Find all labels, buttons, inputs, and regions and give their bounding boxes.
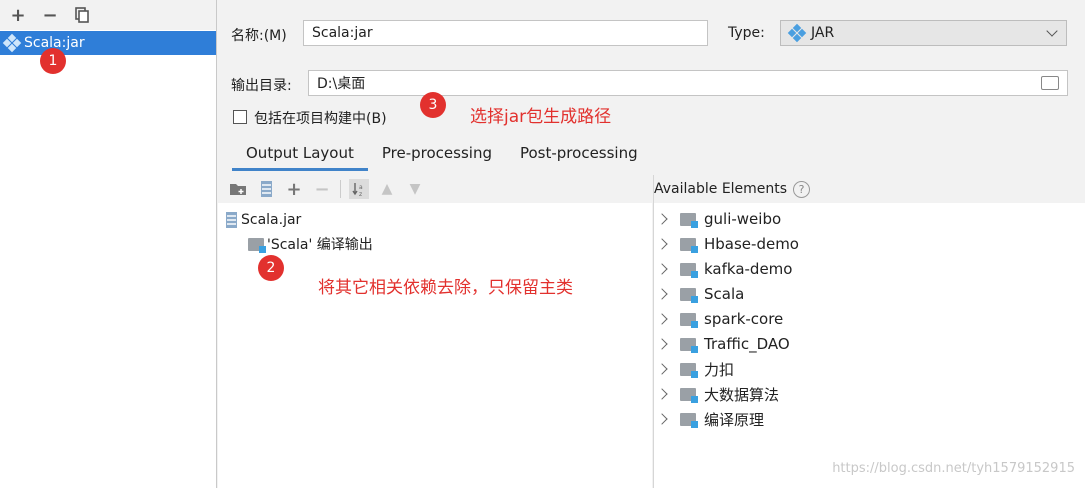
type-select[interactable]: JAR [780, 20, 1067, 46]
available-item[interactable]: kafka-demo [656, 258, 793, 280]
type-label: Type: [728, 25, 765, 41]
chevron-right-icon[interactable] [656, 288, 668, 300]
include-in-build-checkbox[interactable] [233, 110, 247, 124]
annotation-note-2: 将其它相关依赖去除，只保留主类 [318, 278, 573, 298]
archive-icon[interactable] [256, 179, 276, 199]
module-output-icon [248, 237, 266, 253]
available-item[interactable]: 大数据算法 [656, 383, 780, 405]
available-item[interactable]: Hbase-demo [656, 233, 799, 255]
available-item[interactable]: Scala [656, 283, 745, 305]
annotation-badge-2: 2 [258, 255, 284, 281]
remove-element-icon[interactable]: − [312, 179, 332, 200]
available-item-label: 大数据算法 [704, 385, 780, 404]
toolbar-separator [340, 180, 341, 198]
settings-tabs: Output Layout Pre-processing Post-proces… [232, 140, 652, 171]
layout-toolbar: + − az ▲ ▼ [218, 175, 652, 203]
available-item[interactable]: 编译原理 [656, 408, 765, 430]
artifacts-toolbar: + − [0, 0, 216, 30]
available-item[interactable]: spark-core [656, 308, 784, 330]
move-down-icon[interactable]: ▼ [405, 179, 425, 199]
output-dir-label: 输出目录: [231, 78, 292, 94]
chevron-right-icon[interactable] [656, 413, 668, 425]
folder-icon[interactable] [1041, 76, 1059, 90]
svg-text:a: a [359, 184, 363, 191]
module-icon [680, 362, 698, 378]
available-elements-title: Available Elements [654, 181, 788, 197]
module-icon [680, 412, 698, 428]
available-item-label: Hbase-demo [704, 235, 799, 253]
module-icon [680, 387, 698, 403]
name-value: Scala:jar [312, 25, 373, 41]
remove-icon[interactable]: − [39, 4, 61, 26]
available-elements-panel: Available Elements ? guli-weibo Hbase-de… [653, 175, 1085, 488]
module-icon [680, 212, 698, 228]
annotation-badge-1: 1 [40, 48, 66, 74]
tree-child-label: 'Scala' 编译输出 [267, 237, 373, 253]
available-item-label: Traffic_DAO [704, 335, 790, 353]
tree-root-jar[interactable]: Scala.jar [226, 209, 301, 231]
watermark: https://blog.csdn.net/tyh1579152915 [832, 461, 1075, 476]
chevron-right-icon[interactable] [656, 363, 668, 375]
module-icon [680, 237, 698, 253]
name-label: 名称:(M) [231, 28, 287, 44]
artifact-item-scala-jar[interactable]: Scala:jar [0, 31, 216, 55]
chevron-right-icon[interactable] [656, 388, 668, 400]
chevron-right-icon[interactable] [656, 263, 668, 275]
help-icon[interactable]: ? [793, 180, 811, 198]
new-directory-icon[interactable] [228, 179, 248, 199]
tab-output-layout[interactable]: Output Layout [232, 140, 368, 171]
available-item-label: Scala [704, 285, 745, 303]
copy-icon[interactable] [71, 4, 93, 26]
available-item[interactable]: Traffic_DAO [656, 333, 790, 355]
svg-text:z: z [359, 191, 362, 197]
available-elements-header: Available Elements ? [654, 175, 1085, 203]
module-icon [680, 262, 698, 278]
module-icon [680, 312, 698, 328]
move-up-icon[interactable]: ▲ [377, 179, 397, 199]
chevron-right-icon[interactable] [656, 238, 668, 250]
output-dir-value: D:\桌面 [317, 76, 366, 92]
annotation-badge-3: 3 [420, 92, 446, 118]
available-item[interactable]: guli-weibo [656, 208, 782, 230]
tree-root-label: Scala.jar [241, 212, 302, 228]
available-item-label: kafka-demo [704, 260, 793, 278]
jar-icon [226, 212, 237, 228]
module-icon [680, 337, 698, 353]
chevron-down-icon [1046, 25, 1058, 37]
tab-post-processing[interactable]: Post-processing [506, 140, 652, 171]
add-icon[interactable]: + [7, 4, 29, 26]
available-item-label: guli-weibo [704, 210, 782, 228]
annotation-note-3: 选择jar包生成路径 [470, 107, 612, 127]
artifacts-list-panel: + − Scala:jar 1 [0, 0, 217, 488]
name-field[interactable]: Scala:jar [303, 20, 708, 46]
available-item-label: spark-core [704, 310, 784, 328]
module-icon [680, 287, 698, 303]
include-in-build-label: 包括在项目构建中(B) [254, 111, 387, 127]
add-copy-icon[interactable]: + [284, 179, 304, 200]
output-dir-field[interactable]: D:\桌面 [308, 70, 1068, 96]
artifact-icon [2, 33, 22, 53]
type-value: JAR [811, 25, 835, 41]
chevron-right-icon[interactable] [656, 213, 668, 225]
chevron-right-icon[interactable] [656, 338, 668, 350]
available-item-label: 编译原理 [704, 410, 765, 429]
jar-type-icon [787, 23, 807, 43]
tree-child-compile-output[interactable]: 'Scala' 编译输出 [248, 233, 373, 255]
tab-pre-processing[interactable]: Pre-processing [368, 140, 506, 171]
sort-icon[interactable]: az [349, 179, 369, 199]
output-layout-panel: + − az ▲ ▼ Scala.jar 'Scala' 编译输出 2 将其它相… [218, 175, 652, 488]
artifact-settings-panel: 名称:(M) Scala:jar Type: JAR 输出目录: D:\桌面 包… [218, 0, 1085, 488]
available-item[interactable]: 力扣 [656, 358, 735, 380]
available-item-label: 力扣 [704, 360, 735, 379]
chevron-right-icon[interactable] [656, 313, 668, 325]
